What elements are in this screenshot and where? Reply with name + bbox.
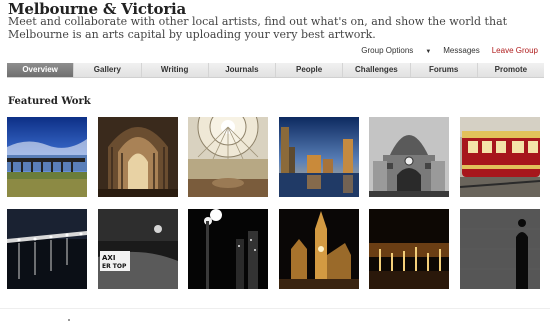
featured-thumbnail-pier-blue-sky[interactable] (7, 117, 87, 197)
tab-overview[interactable]: Overview (7, 63, 75, 77)
featured-thumbnail-cathedral-interior[interactable] (98, 117, 178, 197)
featured-thumbnail-golden-church[interactable] (279, 209, 359, 289)
group-options-button[interactable]: Group Options ▼ (349, 46, 431, 55)
footer-dot (68, 319, 70, 321)
group-options-label: Group Options (361, 46, 414, 55)
featured-thumbnail-city-skyline[interactable] (279, 117, 359, 197)
caret-down-icon: ▼ (425, 49, 432, 55)
svg-text:AXI: AXI (102, 254, 115, 262)
tab-writing[interactable]: Writing (141, 63, 209, 77)
tab-promote[interactable]: Promote (477, 63, 544, 77)
group-actions: Group Options ▼ Messages Leave Group (337, 46, 538, 55)
leave-group-link[interactable]: Leave Group (492, 46, 538, 55)
featured-thumbnail-silhouette[interactable] (460, 209, 540, 289)
svg-text:ER TOP: ER TOP (102, 263, 127, 270)
tab-challenges[interactable]: Challenges (343, 63, 411, 77)
footer-divider (0, 308, 550, 309)
featured-thumbnail-night-fountains[interactable] (369, 209, 449, 289)
featured-thumbnail-night-lamps[interactable] (188, 209, 268, 289)
tab-forums[interactable]: Forums (410, 63, 478, 77)
tab-people[interactable]: People (276, 63, 344, 77)
tab-journals[interactable]: Journals (208, 63, 276, 77)
group-tabs: Overview Gallery Writing Journals People… (7, 63, 544, 78)
tab-gallery[interactable]: Gallery (74, 63, 142, 77)
featured-thumbnail-taxi-sign[interactable]: AXI ER TOP (98, 209, 178, 289)
featured-thumbnail-night-pier[interactable] (7, 209, 87, 289)
group-description: Meet and collaborate with other local ar… (8, 15, 508, 41)
featured-thumbnail-red-tram[interactable] (460, 117, 540, 197)
messages-link[interactable]: Messages (443, 46, 479, 55)
featured-work-heading: Featured Work (8, 96, 91, 107)
featured-thumbnail-library-dome[interactable] (188, 117, 268, 197)
featured-thumbnail-flinders-station[interactable] (369, 117, 449, 197)
